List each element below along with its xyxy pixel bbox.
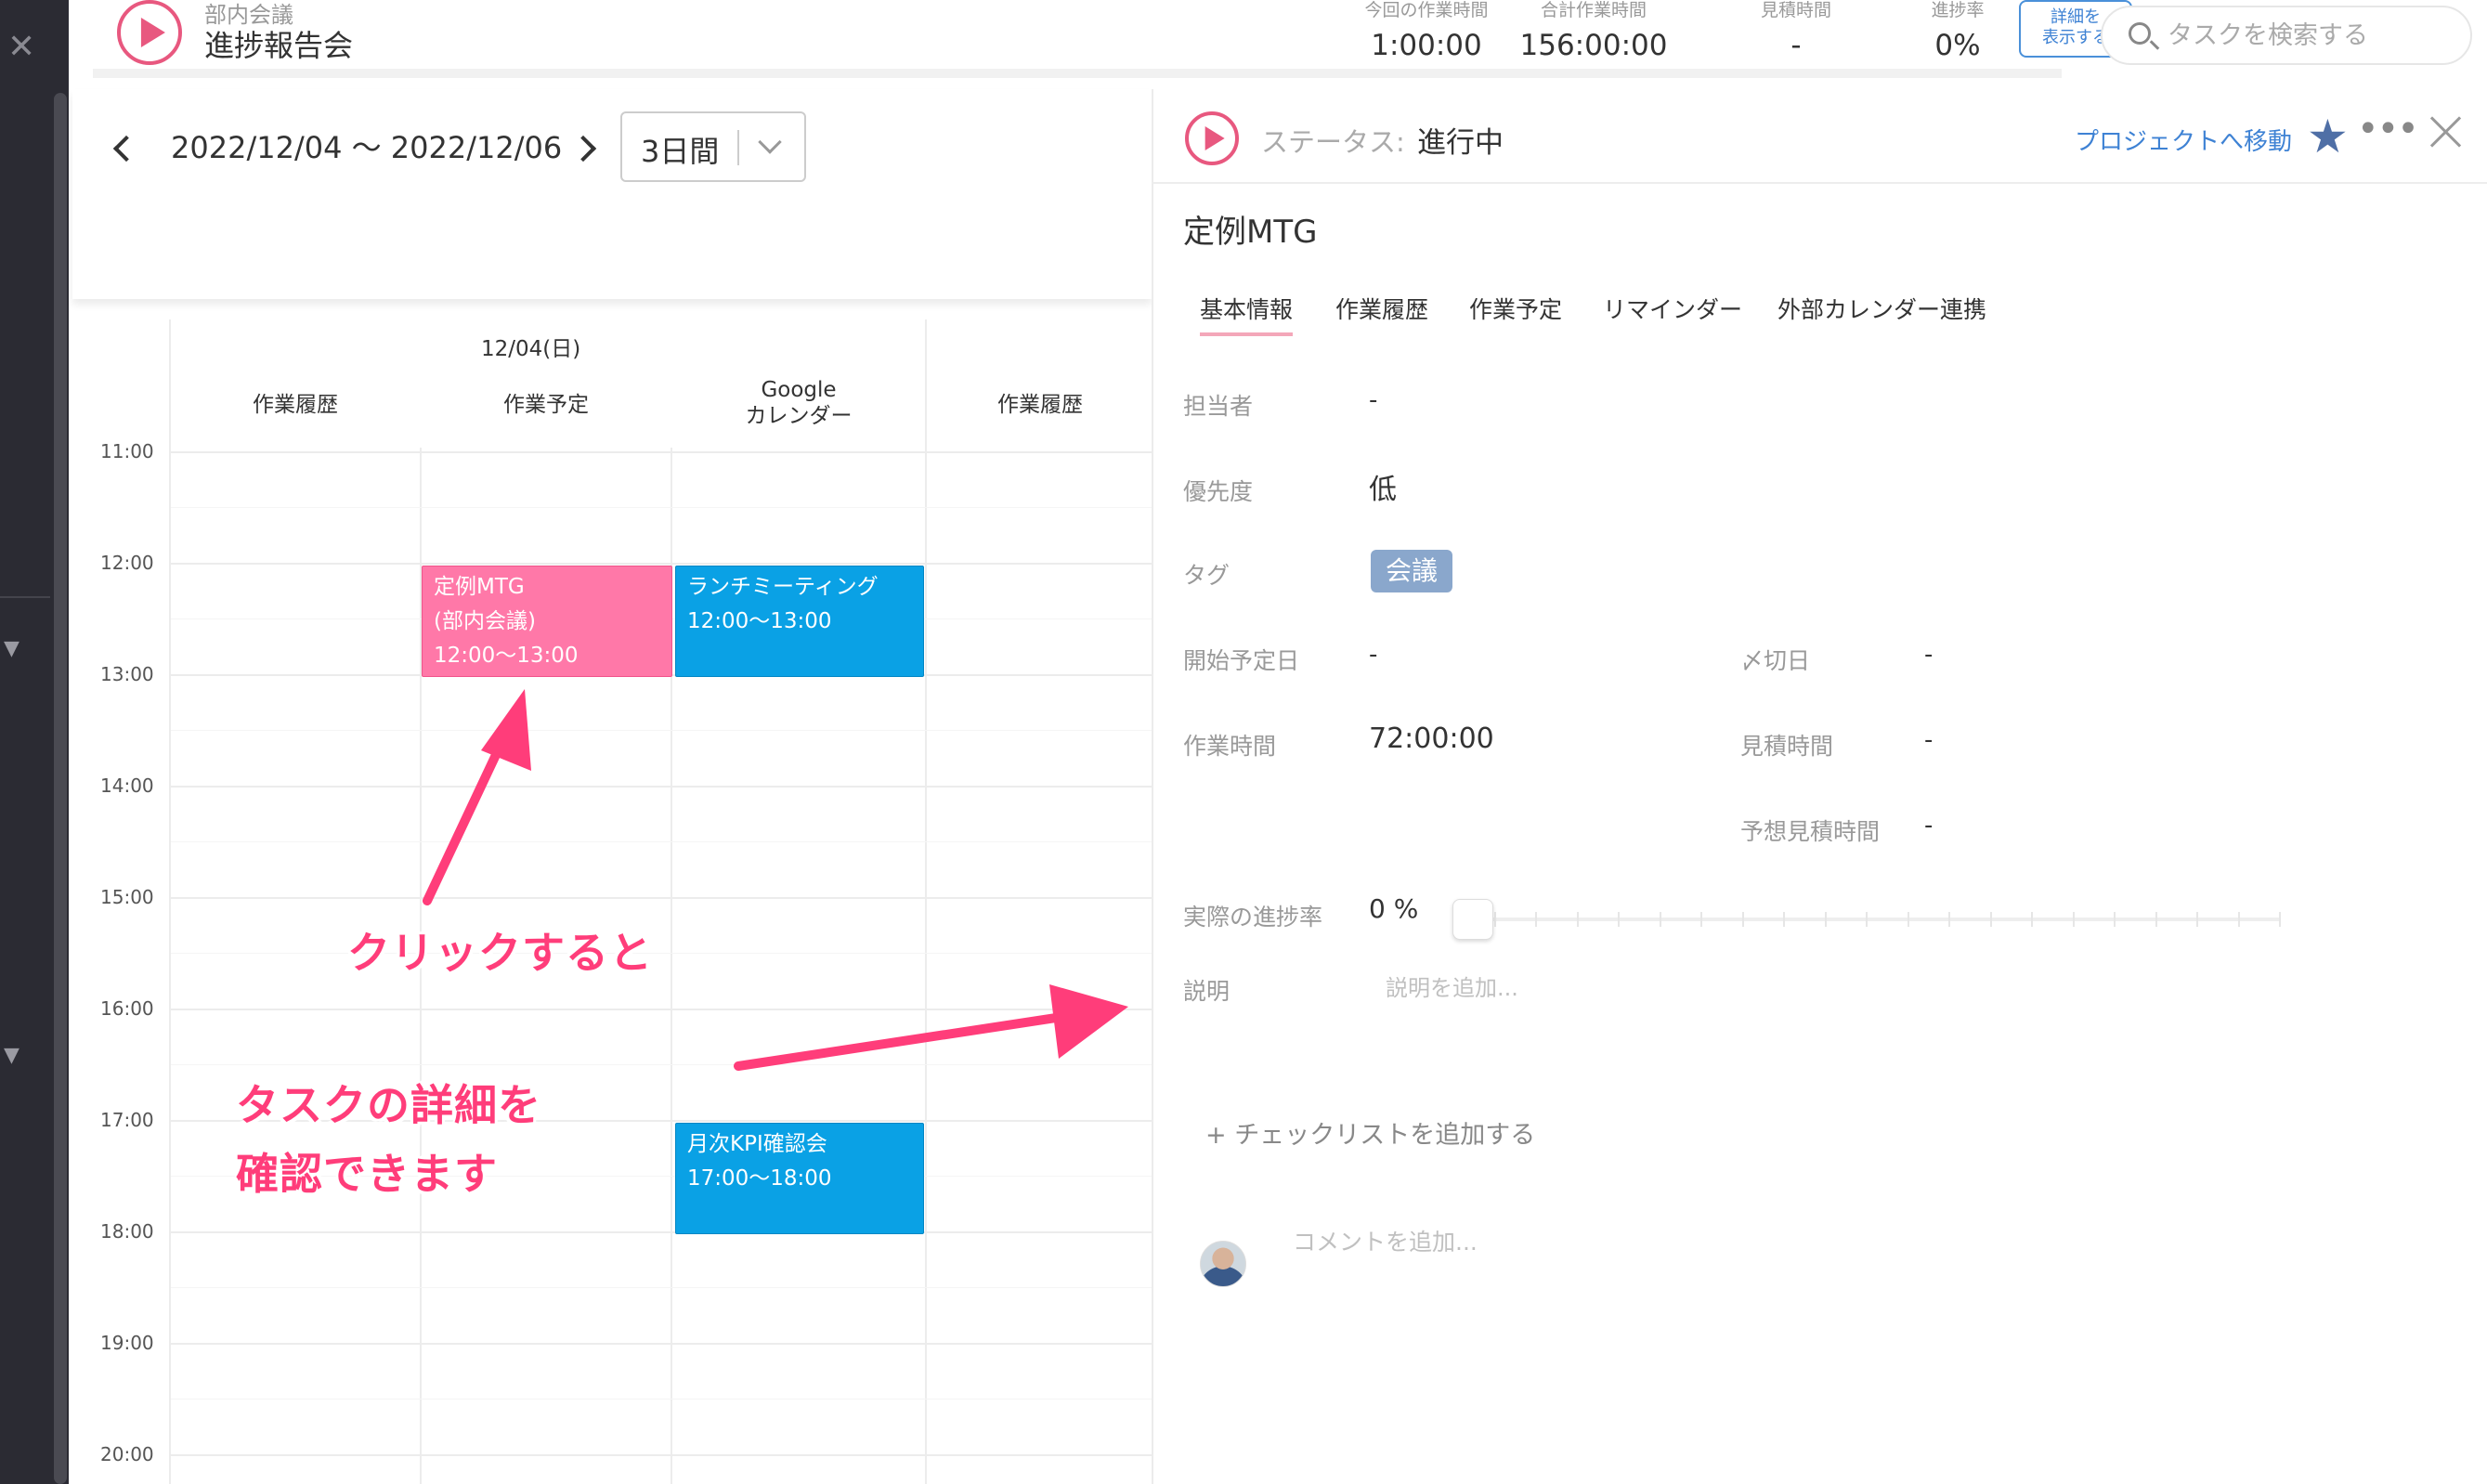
avatar bbox=[1200, 1241, 1246, 1287]
progress-value: 0 % bbox=[1369, 893, 1419, 924]
slider-tick bbox=[2155, 912, 2157, 927]
slider-tick bbox=[1535, 912, 1537, 927]
work-time-value[interactable]: 72:00:00 bbox=[1369, 722, 1494, 755]
forecast-value: - bbox=[1924, 812, 1934, 840]
slider-tick bbox=[2031, 912, 2033, 927]
annotation-detail-line1: タスクの詳細を bbox=[236, 1080, 541, 1130]
slider-tick bbox=[2196, 912, 2198, 927]
slider-tick bbox=[1783, 912, 1785, 927]
close-icon[interactable] bbox=[2426, 111, 2467, 152]
tag-label: タグ bbox=[1183, 562, 1230, 589]
slider-tick bbox=[1948, 912, 1950, 927]
description-input[interactable]: 説明を追加... bbox=[1386, 970, 2221, 1007]
slider-tick bbox=[1577, 912, 1579, 927]
estimate-label: 見積時間 bbox=[1740, 733, 1834, 760]
annotation-click: クリックすると bbox=[347, 928, 653, 978]
task-detail-panel: ステータス: 進行中 プロジェクトへ移動 ★ ••• 定例MTG 基本情報 作業… bbox=[1152, 89, 2487, 1484]
slider-tick bbox=[2279, 912, 2281, 927]
annotation-detail-line2: 確認できます bbox=[236, 1149, 498, 1199]
slider-tick bbox=[1908, 912, 1909, 927]
play-icon[interactable] bbox=[1185, 111, 1239, 165]
assignee-label: 担当者 bbox=[1183, 393, 1254, 420]
more-icon[interactable]: ••• bbox=[2357, 108, 2419, 150]
task-title[interactable]: 定例MTG bbox=[1183, 206, 1317, 252]
arrow-to-event bbox=[423, 689, 531, 905]
due-date-value[interactable]: - bbox=[1924, 641, 1933, 669]
tab-work-history[interactable]: 作業履歴 bbox=[1335, 292, 1428, 325]
slider-tick bbox=[1825, 912, 1827, 927]
start-date-label: 開始予定日 bbox=[1183, 647, 1300, 674]
comment-input[interactable]: コメントを追加... bbox=[1293, 1224, 1478, 1257]
slider-thumb[interactable] bbox=[1452, 899, 1493, 940]
status-label: ステータス: bbox=[1261, 126, 1405, 158]
description-label: 説明 bbox=[1183, 978, 1230, 1005]
tab-work-plan[interactable]: 作業予定 bbox=[1469, 292, 1562, 325]
slider-tick bbox=[1494, 912, 1496, 927]
slider-tick bbox=[2238, 912, 2240, 927]
assignee-value[interactable]: - bbox=[1369, 386, 1377, 414]
star-icon[interactable]: ★ bbox=[2307, 110, 2349, 163]
slider-tick bbox=[1618, 912, 1620, 927]
add-checklist-button[interactable]: + チェックリストを追加する bbox=[1205, 1114, 1535, 1151]
priority-label: 優先度 bbox=[1183, 478, 1254, 505]
panel-header: ステータス: 進行中 プロジェクトへ移動 ★ ••• bbox=[1153, 89, 2487, 184]
work-time-label: 作業時間 bbox=[1183, 733, 1277, 760]
progress-label: 実際の進捗率 bbox=[1183, 904, 1323, 931]
progress-slider[interactable] bbox=[1452, 899, 2281, 940]
tab-reminder[interactable]: リマインダー bbox=[1603, 292, 1742, 325]
start-date-value[interactable]: - bbox=[1369, 641, 1377, 669]
go-to-project-link[interactable]: プロジェクトへ移動 bbox=[2075, 123, 2292, 157]
tab-external-calendar[interactable]: 外部カレンダー連携 bbox=[1777, 292, 1986, 325]
tab-basic-info[interactable]: 基本情報 bbox=[1200, 292, 1294, 336]
slider-tick bbox=[1660, 912, 1661, 927]
forecast-label: 予想見積時間 bbox=[1740, 818, 1881, 845]
status-value[interactable]: 進行中 bbox=[1417, 119, 1504, 161]
slider-tick bbox=[2073, 912, 2075, 927]
estimate-value[interactable]: - bbox=[1924, 726, 1933, 754]
slider-tick bbox=[1742, 912, 1744, 927]
tag-chip[interactable]: 会議 bbox=[1371, 550, 1453, 592]
slider-tick bbox=[1990, 912, 1992, 927]
due-date-label: 〆切日 bbox=[1740, 647, 1811, 674]
slider-tick bbox=[2114, 912, 2116, 927]
arrow-to-panel bbox=[734, 984, 1128, 1071]
priority-value[interactable]: 低 bbox=[1369, 466, 1397, 507]
app-root: ✕ ▼ ▼ 部内会議 進捗報告会 今回の作業時間 1:00:00 合計作業時間 … bbox=[0, 0, 2487, 1484]
slider-tick bbox=[1866, 912, 1868, 927]
slider-tick bbox=[1700, 912, 1702, 927]
